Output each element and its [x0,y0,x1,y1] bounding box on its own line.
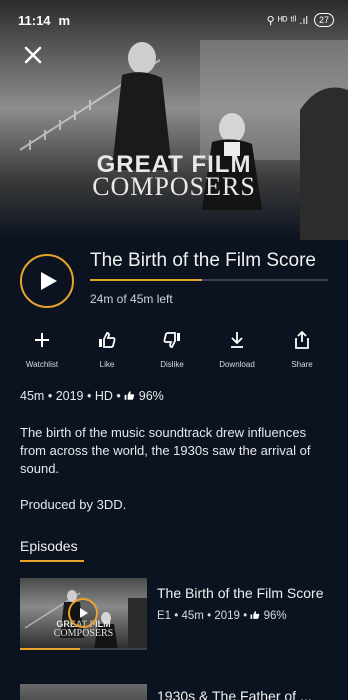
status-bar: 11:14 m ⚲ ᴴᴰ ᵗˡˡ .ıl 27 [0,0,348,40]
producer-credit: Produced by 3DD. [20,497,127,512]
tab-active-indicator [20,560,84,562]
episode-item-title: The Birth of the Film Score [157,585,324,601]
meta-duration: 45m [20,389,45,403]
meta-separator: • [86,389,92,403]
action-bar: Watchlist Like Dislike Download Share [14,330,330,369]
download-icon [231,332,243,348]
thumbs-up-icon [99,332,116,348]
plus-icon [35,333,49,347]
watch-progress-bar [90,279,328,281]
episode-thumbnail [20,684,147,700]
share-icon [295,331,309,349]
download-label: Download [219,360,255,369]
like-button[interactable]: Like [79,330,135,369]
thumbs-up-icon [250,611,260,619]
meta-quality: HD [94,389,113,403]
meta-year: 2019 [55,389,84,403]
app-indicator-icon: m [58,12,71,28]
meta-separator: • [116,389,121,403]
thumbnail-title-line2: COMPOSERS [53,628,114,639]
time-left: 24m of 45m left [90,292,173,306]
hero-title: GREAT FILM COMPOSERS [0,153,348,201]
episode-progress-fill [20,648,80,650]
close-button[interactable] [18,40,48,70]
meta-separator: • [174,610,179,622]
play-icon [80,608,88,618]
episode-info: The Birth of the Film Score E1 • 45m • 2… [157,582,328,622]
thumbs-down-icon [163,332,180,348]
share-button[interactable]: Share [274,330,330,369]
play-button[interactable] [20,254,74,308]
meta-rating: 96% [138,389,164,403]
episode-rating: 96% [263,610,287,622]
episode-item-meta: E1 • 45m • 2019 • 96% [157,610,328,622]
episode-play-button[interactable] [68,598,98,628]
download-button[interactable]: Download [209,330,265,369]
episode-thumbnail: GREAT FILM COMPOSERS [20,578,147,650]
close-icon [24,46,42,64]
hero-title-line2: COMPOSERS [92,172,256,201]
meta-separator: • [207,610,212,622]
meta-line: 45m • 2019 • HD • 96% [20,389,164,403]
like-label: Like [99,360,115,369]
episode-item-title: 1930s & The Father of ... [157,688,312,700]
battery-icon: 27 [313,13,334,27]
meta-separator: • [243,610,248,622]
watchlist-button[interactable]: Watchlist [14,330,70,369]
share-label: Share [291,360,313,369]
episode-year: 2019 [214,610,240,622]
tab-episodes[interactable]: Episodes [20,538,78,554]
watch-progress-fill [90,279,202,281]
system-icons: ⚲ ᴴᴰ ᵗˡˡ .ıl [266,14,308,27]
episode-number: E1 [157,610,172,622]
now-playing-row: The Birth of the Film Score 24m of 45m l… [20,248,328,314]
episode-title: The Birth of the Film Score [90,250,316,271]
episode-progress-bar [20,648,147,650]
episode-duration: 45m [181,610,204,622]
dislike-button[interactable]: Dislike [144,330,200,369]
thumbs-up-icon [124,391,135,400]
play-icon [41,272,57,290]
watchlist-label: Watchlist [25,360,59,369]
status-time: 11:14 [18,12,51,28]
dislike-label: Dislike [160,360,184,369]
episode-list-item[interactable]: 1930s & The Father of ... [20,684,328,700]
episode-list-item[interactable]: GREAT FILM COMPOSERS The Birth of the Fi… [20,578,328,656]
battery-level: 27 [318,15,329,25]
description: The birth of the music soundtrack drew i… [20,425,311,476]
meta-separator: • [47,389,53,403]
